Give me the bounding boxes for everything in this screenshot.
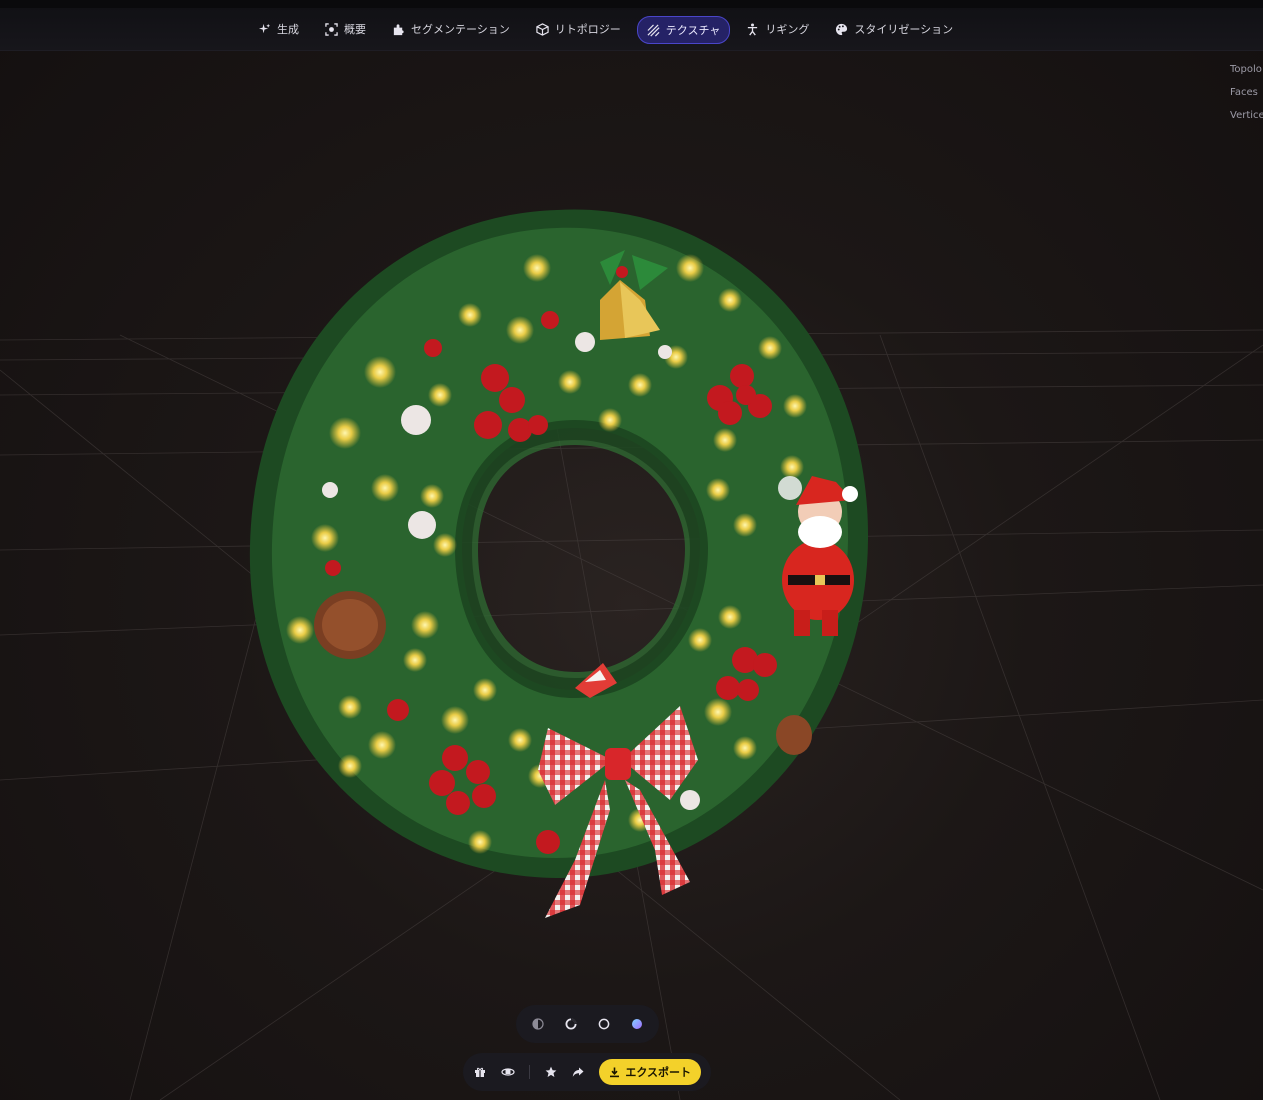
color-sphere-icon <box>631 1019 642 1029</box>
sparkle-icon <box>258 23 271 33</box>
ring-icon <box>565 1018 577 1030</box>
wreath-model[interactable] <box>0 0 1263 1100</box>
palette-icon <box>836 23 848 35</box>
share-button[interactable] <box>571 1063 585 1081</box>
export-button[interactable]: エクスポート <box>599 1059 702 1085</box>
half-circle-icon <box>532 1018 544 1030</box>
scan-icon <box>325 22 338 36</box>
faces-label: Faces <box>1230 87 1258 98</box>
render-mode-texture[interactable] <box>629 1016 645 1032</box>
topology-label: Topolo <box>1230 64 1262 75</box>
tab-stylization[interactable]: スタイリゼーション <box>825 16 963 42</box>
tab-texture[interactable]: テクスチャ <box>636 16 731 44</box>
toolbar-divider <box>528 1065 530 1079</box>
title-strip <box>0 0 1263 8</box>
tab-generate[interactable]: 生成 <box>248 16 309 42</box>
tab-label: スタイリゼーション <box>854 23 954 36</box>
tab-segmentation[interactable]: セグメンテーション <box>382 16 520 42</box>
gift-button[interactable] <box>473 1063 487 1081</box>
render-mode-switcher <box>516 1005 659 1043</box>
mesh-stats-panel: Topolo Faces Vertice <box>1230 58 1263 127</box>
tab-rigging[interactable]: リギング <box>736 16 819 42</box>
tab-overview[interactable]: 概要 <box>315 16 376 42</box>
orbit-view-button[interactable] <box>501 1063 515 1081</box>
circle-outline-icon <box>598 1018 610 1030</box>
favorite-button[interactable] <box>544 1063 558 1081</box>
3d-viewport[interactable] <box>0 0 1263 1100</box>
render-mode-wire[interactable] <box>563 1016 579 1032</box>
export-label: エクスポート <box>625 1066 692 1079</box>
tab-label: リトポロジー <box>554 23 621 36</box>
tab-label: セグメンテーション <box>411 23 510 36</box>
top-navigation-bar: 生成 概要 セグメンテーション リトポロジー テクスチャ リギング スタイリゼー… <box>0 0 1263 51</box>
tab-label: 概要 <box>344 23 366 36</box>
gift-icon <box>474 1067 485 1077</box>
tab-label: リギング <box>765 23 810 36</box>
download-icon <box>610 1067 620 1077</box>
cube-icon <box>536 22 549 36</box>
vertices-label: Vertice <box>1230 110 1263 121</box>
share-icon <box>573 1067 584 1077</box>
render-mode-clay[interactable] <box>596 1016 612 1032</box>
tab-label: テクスチャ <box>665 24 721 37</box>
bottom-toolbar: エクスポート <box>463 1053 711 1091</box>
render-mode-solid[interactable] <box>530 1016 546 1032</box>
puzzle-icon <box>393 23 404 35</box>
orbit-icon <box>501 1068 515 1076</box>
tab-retopology[interactable]: リトポロジー <box>526 16 631 42</box>
star-icon <box>545 1066 556 1077</box>
workflow-tabs: 生成 概要 セグメンテーション リトポロジー テクスチャ リギング スタイリゼー… <box>248 16 963 44</box>
rig-figure-icon <box>748 23 758 35</box>
tab-label: 生成 <box>277 23 299 36</box>
texture-icon <box>647 24 660 36</box>
